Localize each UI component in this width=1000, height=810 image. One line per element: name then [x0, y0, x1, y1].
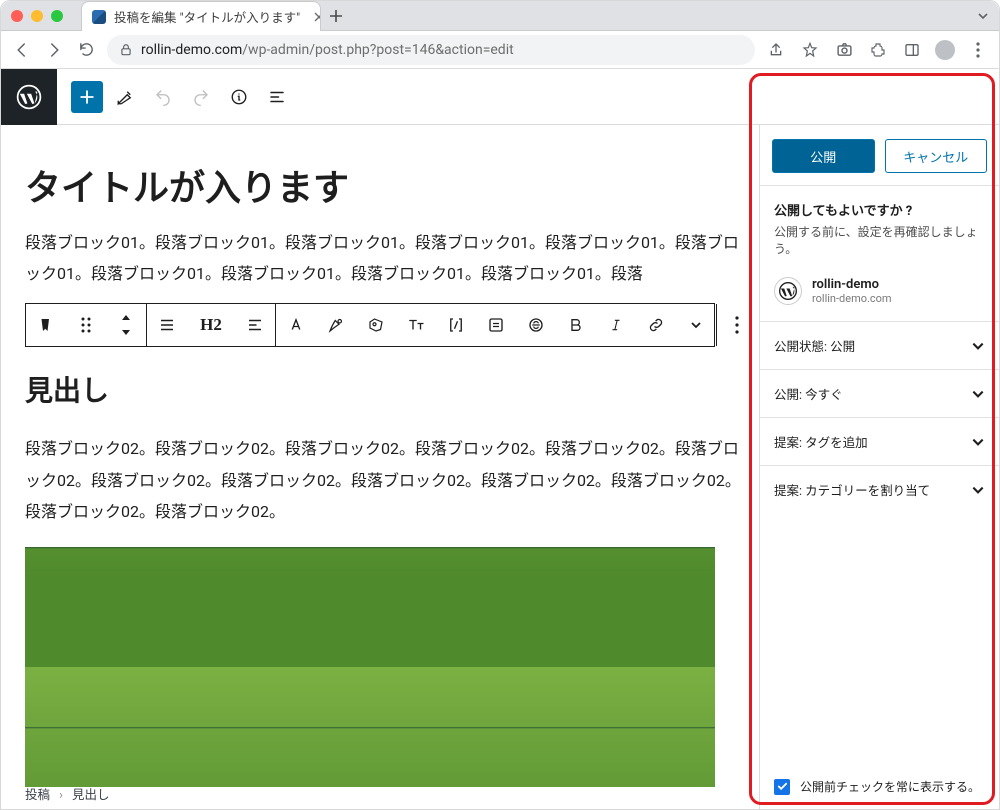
undo-button[interactable]: [147, 81, 179, 113]
forward-icon[interactable]: [43, 39, 65, 61]
browser-titlebar: 投稿を編集 "タイトルが入ります": [1, 1, 999, 31]
cancel-button[interactable]: キャンセル: [885, 139, 988, 173]
browser-actions: [765, 39, 989, 61]
move-arrows-icon[interactable]: [106, 314, 146, 336]
precheck-toggle[interactable]: 公開前チェックを常に表示する。: [760, 764, 999, 809]
panel-label: 提案: タグを追加: [774, 432, 868, 451]
window-controls: [11, 10, 63, 22]
kebab-menu-icon[interactable]: [967, 39, 989, 61]
shortcode-button[interactable]: [436, 316, 476, 334]
close-tab-icon[interactable]: [314, 12, 321, 22]
lock-icon: [119, 43, 133, 57]
paragraph-block-2[interactable]: 段落ブロック02。段落ブロック02。段落ブロック02。段落ブロック02。段落ブロ…: [25, 433, 745, 527]
block-toolbar: H2: [25, 303, 715, 347]
extensions-icon[interactable]: [867, 39, 889, 61]
panel-label: 公開状態: 公開: [774, 336, 855, 355]
ready-title: 公開してもよいですか ?: [774, 200, 985, 219]
address-bar: rollin-demo.com/wp-admin/post.php?post=1…: [1, 31, 999, 69]
panel-label: 提案: カテゴリーを割り当て: [774, 480, 930, 499]
drag-handle-icon[interactable]: [66, 316, 106, 334]
camera-icon[interactable]: [833, 39, 855, 61]
block-inserter-button[interactable]: [71, 81, 103, 113]
font-size-button[interactable]: [396, 316, 436, 334]
share-icon[interactable]: [765, 39, 787, 61]
clear-format-button[interactable]: [476, 316, 516, 334]
prepublish-sidebar: 公開 キャンセル 公開してもよいですか ? 公開する前に、設定を再確認しましょう…: [759, 125, 999, 809]
wp-editor-app: タイトルが入ります 段落ブロック01。段落ブロック01。段落ブロック01。段落ブ…: [1, 69, 999, 809]
block-options-button[interactable]: [717, 316, 757, 334]
wordpress-logo[interactable]: [1, 69, 57, 125]
redo-button[interactable]: [185, 81, 217, 113]
panel-schedule[interactable]: 公開: 今すぐ: [760, 369, 999, 417]
publish-button[interactable]: 公開: [772, 139, 875, 173]
url-text: rollin-demo.com/wp-admin/post.php?post=1…: [141, 42, 514, 58]
image-block[interactable]: [25, 547, 715, 787]
breadcrumb-current[interactable]: 見出し: [72, 788, 110, 803]
list-view-button[interactable]: [261, 81, 293, 113]
site-url: rollin-demo.com: [812, 292, 892, 305]
post-title[interactable]: タイトルが入ります: [25, 159, 745, 211]
profile-avatar[interactable]: [935, 40, 955, 60]
new-tab-button[interactable]: [329, 9, 343, 23]
chevron-down-icon: [971, 435, 985, 449]
panel-visibility[interactable]: 公開状態: 公開: [760, 321, 999, 369]
reload-icon[interactable]: [75, 39, 97, 61]
badge-button[interactable]: [356, 316, 396, 334]
link-button[interactable]: [636, 316, 676, 334]
block-breadcrumb: 投稿 › 見出し: [25, 784, 110, 803]
editor-topbar: [1, 69, 999, 125]
tabs-menu-icon[interactable]: [977, 10, 989, 22]
align-button[interactable]: [147, 316, 187, 334]
text-color-button[interactable]: [276, 316, 316, 334]
site-icon: [774, 277, 802, 305]
paragraph-block-1[interactable]: 段落ブロック01。段落ブロック01。段落ブロック01。段落ブロック01。段落ブロ…: [25, 227, 745, 289]
url-field[interactable]: rollin-demo.com/wp-admin/post.php?post=1…: [107, 35, 755, 65]
site-name: rollin-demo: [812, 277, 892, 292]
image-placeholder: [25, 547, 715, 787]
text-align-button[interactable]: [235, 316, 275, 334]
chevron-down-icon: [971, 483, 985, 497]
bookmark-icon[interactable]: [799, 39, 821, 61]
precheck-label: 公開前チェックを常に表示する。: [800, 778, 980, 795]
close-window-icon[interactable]: [11, 10, 23, 22]
heading-level-button[interactable]: H2: [187, 315, 235, 335]
strike-button[interactable]: [516, 316, 556, 334]
bold-button[interactable]: [556, 316, 596, 334]
italic-button[interactable]: [596, 316, 636, 334]
breadcrumb-root[interactable]: 投稿: [25, 788, 50, 803]
site-info-row: rollin-demo rollin-demo.com: [760, 267, 999, 321]
ready-subtitle: 公開する前に、設定を再確認しましょう。: [774, 223, 985, 257]
checkbox-checked-icon: [774, 779, 790, 795]
back-icon[interactable]: [11, 39, 33, 61]
sidepanel-icon[interactable]: [901, 39, 923, 61]
tools-button[interactable]: [109, 81, 141, 113]
maximize-window-icon[interactable]: [51, 10, 63, 22]
chevron-down-icon: [971, 339, 985, 353]
chevron-down-icon: [971, 387, 985, 401]
highlight-button[interactable]: [316, 316, 356, 334]
favicon-icon: [92, 10, 106, 24]
details-button[interactable]: [223, 81, 255, 113]
tab-title: 投稿を編集 "タイトルが入ります": [114, 7, 300, 26]
more-dropdown-icon[interactable]: [676, 319, 716, 331]
panel-label: 公開: 今すぐ: [774, 384, 843, 403]
block-type-icon[interactable]: [26, 316, 66, 334]
panel-tags[interactable]: 提案: タグを追加: [760, 417, 999, 465]
minimize-window-icon[interactable]: [31, 10, 43, 22]
heading-block[interactable]: 見出し: [25, 369, 745, 409]
panel-categories[interactable]: 提案: カテゴリーを割り当て: [760, 465, 999, 513]
browser-tab[interactable]: 投稿を編集 "タイトルが入ります": [81, 1, 321, 31]
breadcrumb-sep-icon: ›: [59, 788, 63, 803]
editor-canvas[interactable]: タイトルが入ります 段落ブロック01。段落ブロック01。段落ブロック01。段落ブ…: [1, 125, 759, 809]
